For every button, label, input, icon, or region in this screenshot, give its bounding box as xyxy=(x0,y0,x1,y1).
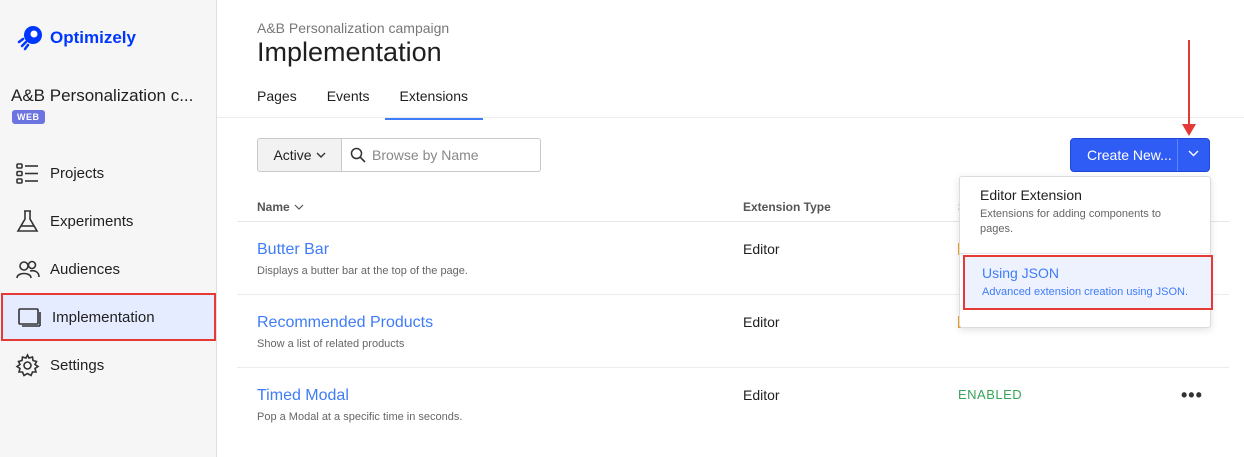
menu-item-description: Advanced extension creation using JSON. xyxy=(982,286,1189,298)
extension-type: Editor xyxy=(743,241,780,257)
menu-item-title: Using JSON xyxy=(982,265,1060,281)
status-badge: ENABLED xyxy=(958,387,1023,402)
row-actions-menu-icon[interactable]: ••• xyxy=(1181,385,1203,406)
chevron-down-icon xyxy=(316,152,326,158)
menu-item-editor-extension[interactable]: Editor Extension Extensions for adding c… xyxy=(960,177,1210,247)
breadcrumb[interactable]: A&B Personalization campaign xyxy=(257,20,449,36)
status-filter-label: Active xyxy=(273,147,312,163)
logo[interactable]: Optimizely xyxy=(16,24,136,52)
search-input[interactable] xyxy=(372,147,532,163)
filter-bar: Active xyxy=(257,138,541,172)
column-header-label: Name xyxy=(257,200,290,214)
extension-title-link[interactable]: Recommended Products xyxy=(257,314,433,332)
tabs-divider xyxy=(217,117,1244,118)
sort-chevron-icon xyxy=(294,204,304,210)
sidebar-item-implementation[interactable]: Implementation xyxy=(1,293,216,341)
sidebar-item-label: Audiences xyxy=(50,260,121,278)
gear-icon xyxy=(15,352,40,377)
sidebar: Optimizely A&B Personalization c... WEB … xyxy=(0,0,217,457)
logo-text: Optimizely xyxy=(50,28,136,47)
project-name[interactable]: A&B Personalization c... xyxy=(11,86,193,106)
tab-bar: Pages Events Extensions xyxy=(257,88,513,120)
table-row: Timed Modal Pop a Modal at a specific ti… xyxy=(237,368,1229,441)
tab-events[interactable]: Events xyxy=(327,88,370,120)
menu-item-description: Extensions for adding components to page… xyxy=(980,208,1162,235)
menu-item-using-json[interactable]: Using JSON Advanced extension creation u… xyxy=(963,255,1213,310)
annotation-arrow-shaft xyxy=(1188,40,1190,128)
extension-description: Show a list of related products xyxy=(257,338,405,350)
create-new-button[interactable]: Create New... xyxy=(1070,138,1210,172)
audiences-icon xyxy=(16,260,40,278)
extension-description: Pop a Modal at a specific time in second… xyxy=(257,411,463,423)
create-new-label: Create New... xyxy=(1087,147,1172,163)
menu-divider xyxy=(960,253,1210,254)
sidebar-item-label: Settings xyxy=(50,356,105,374)
sidebar-item-label: Experiments xyxy=(50,212,134,230)
menu-item-title: Editor Extension xyxy=(980,187,1082,203)
button-separator xyxy=(1177,139,1178,171)
projects-icon xyxy=(16,162,38,184)
status-filter-dropdown[interactable]: Active xyxy=(257,138,342,172)
extension-description: Displays a butter bar at the top of the … xyxy=(257,265,468,277)
tab-extensions[interactable]: Extensions xyxy=(384,88,483,120)
search-field[interactable] xyxy=(342,138,541,172)
main-content: A&B Personalization campaign Implementat… xyxy=(217,0,1244,457)
extension-type: Editor xyxy=(743,387,780,403)
extension-title-link[interactable]: Butter Bar xyxy=(257,241,329,259)
sidebar-item-label: Projects xyxy=(50,164,105,182)
flask-icon xyxy=(16,209,39,232)
sidebar-item-settings[interactable]: Settings xyxy=(0,341,216,389)
column-header-extension-type: Extension Type xyxy=(743,200,831,214)
chevron-down-icon xyxy=(1188,150,1199,157)
tab-pages[interactable]: Pages xyxy=(257,88,297,120)
create-new-dropdown-menu: Editor Extension Extensions for adding c… xyxy=(959,176,1213,328)
sidebar-item-projects[interactable]: Projects xyxy=(0,149,216,197)
optimizely-logo-icon xyxy=(17,26,42,51)
annotation-arrow-head xyxy=(1182,124,1196,136)
sidebar-item-audiences[interactable]: Audiences xyxy=(0,245,216,293)
platform-badge: WEB xyxy=(12,110,45,124)
search-icon xyxy=(350,147,366,163)
sidebar-item-label: Implementation xyxy=(52,308,155,326)
extension-title-link[interactable]: Timed Modal xyxy=(257,387,349,405)
sidebar-item-experiments[interactable]: Experiments xyxy=(0,197,216,245)
implementation-icon xyxy=(18,307,41,327)
extension-type: Editor xyxy=(743,314,780,330)
page-title: Implementation xyxy=(257,37,442,67)
column-header-name[interactable]: Name xyxy=(257,200,304,214)
